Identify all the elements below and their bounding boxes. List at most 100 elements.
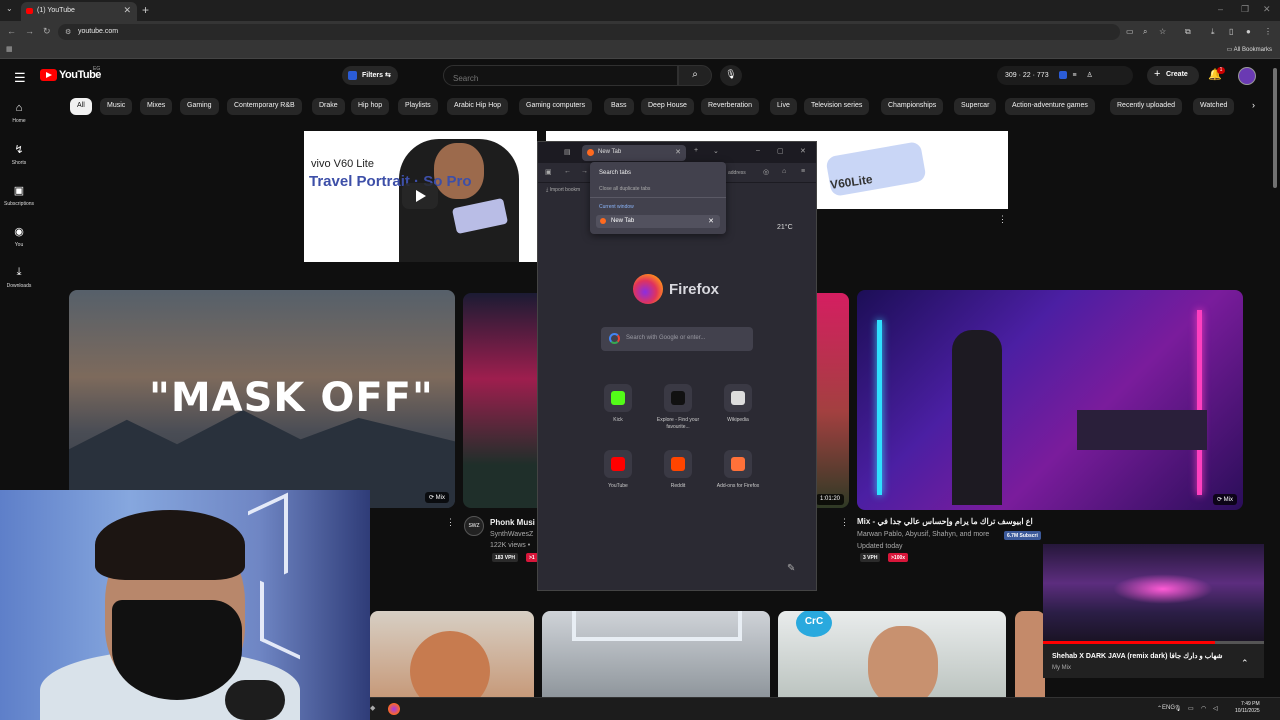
chip-mixes[interactable]: Mixes <box>140 98 173 115</box>
video-thumbnail-row2-1[interactable] <box>370 611 534 697</box>
top-site-explore[interactable]: Explore - Find your favourite... <box>653 384 703 431</box>
wifi-icon[interactable]: ◠ <box>1201 705 1206 712</box>
firefox-maximize-icon[interactable]: ▢ <box>777 147 784 155</box>
video-thumbnail-partial[interactable] <box>816 293 849 508</box>
top-site-kick[interactable]: Kick <box>593 384 643 424</box>
chip-live[interactable]: Live <box>770 98 797 115</box>
mini-player-title[interactable]: Shehab X DARK JAVA (remix dark) شهاب و د… <box>1052 652 1232 660</box>
search-tabs-item[interactable]: Search tabs <box>599 170 631 176</box>
extensions-icon[interactable]: ⧉ <box>1185 27 1191 37</box>
sidebar-item-you[interactable]: ◉ You <box>0 225 38 248</box>
taskbar-clock[interactable]: 7:49 PM 10/11/2025 <box>1235 701 1260 715</box>
create-button[interactable]: + Create <box>1147 66 1199 85</box>
popup-tab-item[interactable]: New Tab ✕ <box>596 215 720 228</box>
install-app-icon[interactable]: ▭ <box>1126 27 1134 36</box>
search-input[interactable] <box>443 65 678 86</box>
close-window-icon[interactable]: ✕ <box>1263 4 1271 15</box>
mini-player-video[interactable] <box>1043 544 1264 642</box>
battery-icon[interactable]: ▭ <box>1188 705 1194 712</box>
video-title[interactable]: Mix - ثالث وابداع ابيوسف تراك ما يرام وإ… <box>857 517 1033 526</box>
video-title[interactable]: Phonk Musi <box>490 518 535 527</box>
chip-bass[interactable]: Bass <box>604 98 634 115</box>
mic-tray-icon[interactable]: 🎙 <box>1174 705 1182 712</box>
back-icon[interactable]: ← <box>7 26 16 36</box>
chips-next-arrow-icon[interactable]: › <box>1252 100 1255 110</box>
sidebar-item-downloads[interactable]: ⤓ Downloads <box>0 266 38 289</box>
sidebar-toggle-icon[interactable]: ▣ <box>545 168 552 176</box>
firefox-search-input[interactable]: Search with Google or enter... <box>601 327 753 351</box>
weather-temperature[interactable]: 21°C <box>777 224 793 231</box>
import-bookmarks-link[interactable]: ⤓ Import bookm <box>546 187 580 193</box>
chip-hip-hop[interactable]: Hip hop <box>351 98 390 115</box>
youtube-logo-icon[interactable] <box>40 69 57 81</box>
mini-player-progress[interactable] <box>1043 641 1264 644</box>
video-thumbnail-row2-2[interactable] <box>542 611 770 697</box>
apps-icon[interactable]: ▦ <box>6 45 13 53</box>
sidebar-item-home[interactable]: ⌂ Home <box>0 102 38 124</box>
url-hint[interactable]: address <box>728 170 746 176</box>
extensions-puzzle-icon[interactable]: ⌂ <box>782 168 786 175</box>
firefox-menu-icon[interactable]: ≡ <box>801 168 805 175</box>
profile-icon[interactable]: ● <box>1246 27 1251 36</box>
video-thumbnail-row2-3[interactable]: CrC <box>778 611 1006 697</box>
chip-watched[interactable]: Watched <box>1193 98 1235 115</box>
tab-search-icon[interactable]: ⌄ <box>6 4 13 13</box>
maximize-icon[interactable]: ❐ <box>1241 4 1249 15</box>
firefox-forward-icon[interactable]: → <box>581 168 588 175</box>
zoom-icon[interactable]: ⌕ <box>1143 27 1147 37</box>
all-bookmarks-button[interactable]: ▭ All Bookmarks <box>1227 46 1272 53</box>
expand-chevron-icon[interactable]: ⌃ <box>1241 658 1249 669</box>
chip-gaming[interactable]: Gaming <box>180 98 219 115</box>
tab-close-icon[interactable]: ✕ <box>123 5 131 16</box>
page-scrollbar[interactable] <box>1273 68 1277 188</box>
video-thumbnail-mask-off[interactable]: "MASK OFF" ⟳ Mix <box>69 290 455 508</box>
top-site-reddit[interactable]: Reddit <box>653 450 703 490</box>
url-input[interactable]: ⚙ youtube.com <box>58 24 1120 40</box>
channel-names[interactable]: Marwan Pablo, Abyusif, Shahyn, and more <box>857 531 989 538</box>
firefox-view-icon[interactable]: ▤ <box>564 148 571 156</box>
chip-supercar[interactable]: Supercar <box>954 98 997 115</box>
firefox-close-icon[interactable]: ✕ <box>800 147 806 155</box>
forward-icon[interactable]: → <box>25 26 34 36</box>
sidebar-item-subscriptions[interactable]: ▣ Subscriptions <box>0 184 38 207</box>
video-menu-icon[interactable]: ⋮ <box>446 517 455 528</box>
sidebar-item-shorts[interactable]: ↯ Shorts <box>0 143 38 166</box>
voice-search-button[interactable]: 🎙 <box>720 65 742 86</box>
chip-action-adventure-games[interactable]: Action-adventure games <box>1005 98 1095 115</box>
reload-icon[interactable]: ↻ <box>43 26 51 37</box>
firefox-tab[interactable]: New Tab ✕ <box>582 145 686 161</box>
chip-contemporary-r-b[interactable]: Contemporary R&B <box>227 98 302 115</box>
bookmark-star-icon[interactable]: ☆ <box>1159 27 1166 36</box>
filters-button[interactable]: Filters ⇆ <box>342 66 398 85</box>
video-thumbnail-rap-mix[interactable]: ⟳ Mix <box>857 290 1243 510</box>
firefox-minimize-icon[interactable]: – <box>756 147 760 154</box>
list-all-tabs-icon[interactable]: ⌄ <box>713 147 719 155</box>
chip-television-series[interactable]: Television series <box>804 98 870 115</box>
extension-stats-pill[interactable]: 309 · 22 · 773 ≡ ♙ <box>997 66 1133 85</box>
taskbar-app-icon[interactable]: ◆ <box>370 704 375 712</box>
chip-deep-house[interactable]: Deep House <box>641 98 694 115</box>
chip-arabic-hip-hop[interactable]: Arabic Hip Hop <box>447 98 509 115</box>
chip-playlists[interactable]: Playlists <box>398 98 438 115</box>
user-avatar[interactable] <box>1238 67 1256 85</box>
hamburger-menu-icon[interactable]: ☰ <box>14 70 26 86</box>
new-tab-button[interactable]: + <box>142 3 149 17</box>
top-site-wikipedia[interactable]: Wikipedia <box>713 384 763 424</box>
popup-close-tab-icon[interactable]: ✕ <box>708 217 714 225</box>
chip-music[interactable]: Music <box>100 98 133 115</box>
side-panel-icon[interactable]: ▯ <box>1229 27 1233 36</box>
close-duplicate-tabs-item[interactable]: Close all duplicate tabs <box>599 186 650 192</box>
chip-gaming-computers[interactable]: Gaming computers <box>519 98 593 115</box>
video-thumbnail-phonk[interactable] <box>463 293 543 508</box>
chip-all[interactable]: All <box>70 98 92 115</box>
mini-player[interactable]: Shehab X DARK JAVA (remix dark) شهاب و د… <box>1043 544 1264 678</box>
channel-name[interactable]: SynthWavesZ <box>490 531 533 538</box>
customize-pencil-icon[interactable]: ✎ <box>787 563 795 574</box>
channel-avatar[interactable]: SWZ <box>464 516 484 536</box>
firefox-back-icon[interactable]: ← <box>564 168 571 175</box>
minimize-icon[interactable]: – <box>1218 4 1223 14</box>
search-button[interactable]: ⌕ <box>678 65 712 86</box>
play-button-icon[interactable] <box>402 183 438 209</box>
top-site-youtube[interactable]: YouTube <box>593 450 643 490</box>
video-menu-icon[interactable]: ⋮ <box>840 517 849 528</box>
